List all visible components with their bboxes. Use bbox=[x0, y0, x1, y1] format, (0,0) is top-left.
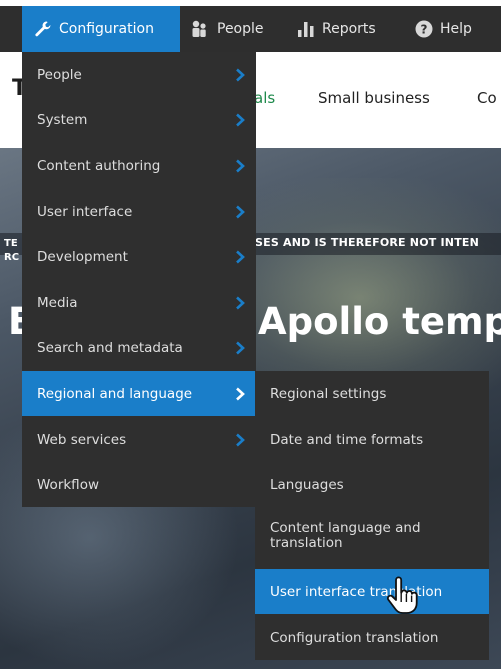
toolbar-reports[interactable]: Reports bbox=[297, 6, 376, 52]
menu-item-user-interface[interactable]: User interface bbox=[22, 189, 256, 234]
wrench-icon bbox=[34, 20, 52, 38]
question-icon: ? bbox=[415, 20, 433, 38]
chevron-right-icon bbox=[234, 387, 246, 401]
toolbar-configuration[interactable]: Configuration bbox=[22, 6, 180, 52]
menu-item-label: Media bbox=[37, 294, 78, 311]
menu-item-content-authoring[interactable]: Content authoring bbox=[22, 143, 256, 188]
site-nav-link-fragment-2[interactable]: Co bbox=[477, 89, 497, 107]
chevron-right-icon bbox=[234, 205, 246, 219]
menu-item-label: Search and metadata bbox=[37, 339, 183, 356]
regional-language-submenu: Regional settings Date and time formats … bbox=[255, 371, 489, 660]
menu-item-workflow[interactable]: Workflow bbox=[22, 462, 256, 507]
menu-item-label: Workflow bbox=[37, 476, 99, 493]
configuration-menu: People System Content authoring User int… bbox=[22, 52, 256, 507]
bar-chart-icon bbox=[297, 20, 315, 38]
site-nav-link-small-business[interactable]: Small business bbox=[318, 89, 430, 107]
submenu-item-label: Date and time formats bbox=[270, 431, 424, 448]
menu-item-regional-and-language[interactable]: Regional and language bbox=[22, 371, 256, 416]
menu-item-search-and-metadata[interactable]: Search and metadata bbox=[22, 325, 256, 370]
chevron-right-icon bbox=[234, 113, 246, 127]
submenu-item-label: Content language and translation bbox=[270, 520, 421, 551]
chevron-right-icon bbox=[234, 68, 246, 82]
toolbar-people-label: People bbox=[217, 21, 264, 37]
chevron-right-icon bbox=[234, 250, 246, 264]
submenu-item-languages[interactable]: Languages bbox=[255, 462, 489, 507]
toolbar-people[interactable]: People bbox=[186, 6, 264, 52]
menu-item-label: Development bbox=[37, 248, 128, 265]
submenu-item-label: Languages bbox=[270, 476, 344, 493]
chevron-right-icon bbox=[234, 433, 246, 447]
svg-text:?: ? bbox=[421, 23, 428, 37]
menu-item-label: System bbox=[37, 111, 88, 128]
toolbar-configuration-label: Configuration bbox=[59, 21, 154, 37]
submenu-item-user-interface-translation[interactable]: User interface translation bbox=[255, 569, 489, 614]
people-icon bbox=[188, 20, 210, 38]
toolbar-help-label: Help bbox=[440, 21, 472, 37]
submenu-item-regional-settings[interactable]: Regional settings bbox=[255, 371, 489, 416]
hand-pointer-cursor-icon bbox=[385, 576, 419, 616]
submenu-item-label: Regional settings bbox=[270, 385, 387, 402]
menu-item-system[interactable]: System bbox=[22, 97, 256, 142]
menu-item-label: Regional and language bbox=[37, 385, 193, 402]
hero-banner-fragment-left-2: RC bbox=[4, 252, 20, 263]
submenu-item-date-and-time-formats[interactable]: Date and time formats bbox=[255, 417, 489, 462]
menu-item-label: Content authoring bbox=[37, 157, 161, 174]
menu-item-label: People bbox=[37, 66, 82, 83]
hero-title: Apollo temp bbox=[258, 300, 501, 343]
toolbar-reports-label: Reports bbox=[322, 21, 376, 37]
chevron-right-icon bbox=[234, 159, 246, 173]
menu-item-media[interactable]: Media bbox=[22, 280, 256, 325]
menu-item-development[interactable]: Development bbox=[22, 234, 256, 279]
menu-item-label: User interface bbox=[37, 203, 133, 220]
hero-banner-fragment-left: TE bbox=[4, 238, 18, 249]
submenu-item-configuration-translation[interactable]: Configuration translation bbox=[255, 615, 489, 660]
submenu-item-content-language-and-translation[interactable]: Content language and translation bbox=[255, 511, 489, 561]
menu-item-web-services[interactable]: Web services bbox=[22, 417, 256, 462]
menu-item-label: Web services bbox=[37, 431, 127, 448]
chevron-right-icon bbox=[234, 341, 246, 355]
chevron-right-icon bbox=[234, 296, 246, 310]
toolbar-help[interactable]: ? Help bbox=[415, 6, 472, 52]
submenu-item-label: Configuration translation bbox=[270, 629, 439, 646]
site-nav-link-fragment[interactable]: als bbox=[254, 89, 275, 107]
hero-banner-text: SES AND IS THEREFORE NOT INTEN bbox=[255, 236, 480, 249]
menu-item-people[interactable]: People bbox=[22, 52, 256, 97]
